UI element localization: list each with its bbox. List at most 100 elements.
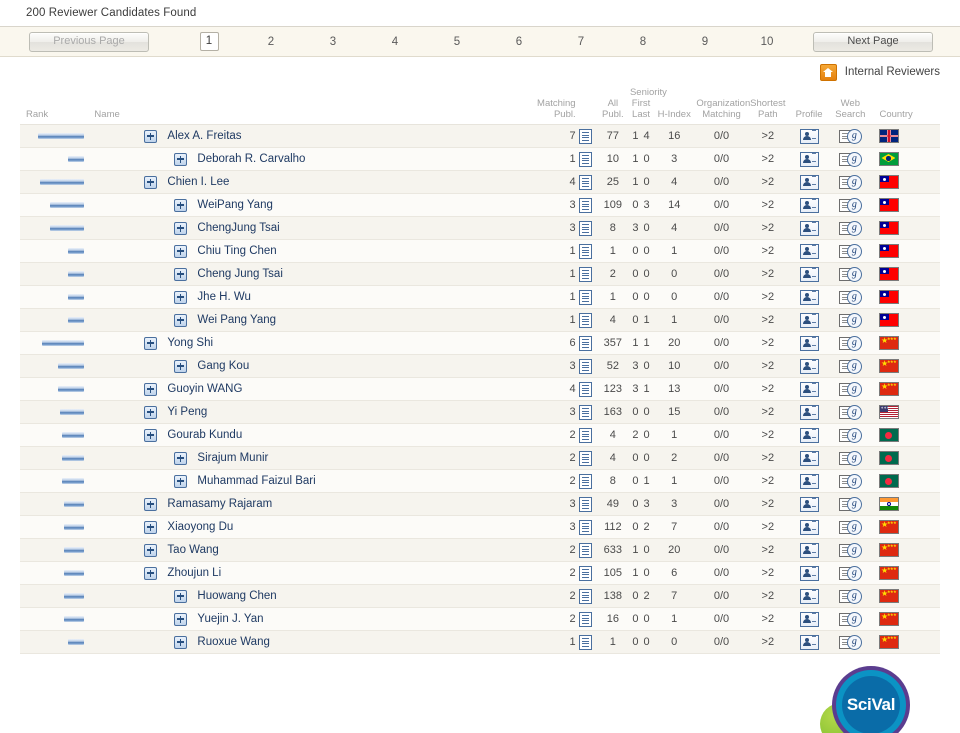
web-search-google-icon[interactable]: g — [838, 336, 862, 351]
expand-plus-icon[interactable] — [174, 313, 188, 327]
profile-card-icon[interactable] — [799, 634, 819, 650]
table-row[interactable]: WeiPang Yang 3 109 0 3 14 0/0 >2 g — [20, 193, 940, 217]
table-row[interactable]: Wei Pang Yang 1 4 0 1 1 0/0 >2 g — [20, 308, 940, 332]
reviewer-name-link[interactable]: Zhoujun Li — [167, 567, 221, 579]
profile-card-icon[interactable] — [799, 588, 819, 604]
web-search-google-icon[interactable]: g — [838, 175, 862, 190]
document-icon[interactable] — [579, 174, 593, 190]
document-icon[interactable] — [579, 519, 593, 535]
profile-card-icon[interactable] — [799, 266, 819, 282]
web-search-google-icon[interactable]: g — [838, 221, 862, 236]
reviewer-name-link[interactable]: Huowang Chen — [197, 590, 276, 602]
profile-card-icon[interactable] — [799, 427, 819, 443]
profile-card-icon[interactable] — [799, 197, 819, 213]
reviewer-name-link[interactable]: Tao Wang — [167, 544, 218, 556]
expand-plus-icon[interactable] — [144, 129, 158, 143]
table-row[interactable]: Jhe H. Wu 1 1 0 0 0 0/0 >2 g — [20, 285, 940, 309]
web-search-google-icon[interactable]: g — [838, 129, 862, 144]
table-row[interactable]: Muhammad Faizul Bari 2 8 0 1 1 0/0 >2 g — [20, 469, 940, 493]
expand-plus-icon[interactable] — [174, 612, 188, 626]
expand-plus-icon[interactable] — [144, 336, 158, 350]
web-search-google-icon[interactable]: g — [838, 382, 862, 397]
profile-card-icon[interactable] — [799, 243, 819, 259]
reviewer-name-link[interactable]: Ramasamy Rajaram — [167, 498, 272, 510]
document-icon[interactable] — [579, 197, 593, 213]
page-number-5[interactable]: 5 — [426, 36, 488, 48]
reviewer-name-link[interactable]: Xiaoyong Du — [167, 521, 233, 533]
page-number-2[interactable]: 2 — [240, 36, 302, 48]
reviewer-name-link[interactable]: Yong Shi — [167, 337, 213, 349]
page-number-9[interactable]: 9 — [674, 36, 736, 48]
document-icon[interactable] — [579, 381, 593, 397]
table-row[interactable]: Gourab Kundu 2 4 2 0 1 0/0 >2 g — [20, 423, 940, 447]
web-search-google-icon[interactable]: g — [838, 497, 862, 512]
profile-card-icon[interactable] — [799, 151, 819, 167]
document-icon[interactable] — [579, 151, 593, 167]
expand-plus-icon[interactable] — [174, 451, 188, 465]
table-row[interactable]: Guoyin WANG 4 123 3 1 13 0/0 >2 g — [20, 377, 940, 401]
table-row[interactable]: Huowang Chen 2 138 0 2 7 0/0 >2 g — [20, 584, 940, 608]
profile-card-icon[interactable] — [799, 611, 819, 627]
profile-card-icon[interactable] — [799, 381, 819, 397]
table-row[interactable]: Yuejin J. Yan 2 16 0 0 1 0/0 >2 g — [20, 607, 940, 631]
web-search-google-icon[interactable]: g — [838, 566, 862, 581]
previous-page-button[interactable]: Previous Page — [29, 31, 149, 52]
web-search-google-icon[interactable]: g — [838, 405, 862, 420]
page-number-1[interactable]: 1 — [178, 32, 240, 51]
document-icon[interactable] — [579, 427, 593, 443]
expand-plus-icon[interactable] — [174, 290, 188, 304]
profile-card-icon[interactable] — [799, 358, 819, 374]
web-search-google-icon[interactable]: g — [838, 313, 862, 328]
table-row[interactable]: Tao Wang 2 633 1 0 20 0/0 >2 g — [20, 538, 940, 562]
reviewer-name-link[interactable]: Chien I. Lee — [167, 176, 229, 188]
reviewer-name-link[interactable]: Muhammad Faizul Bari — [197, 475, 315, 487]
table-row[interactable]: Ramasamy Rajaram 3 49 0 3 3 0/0 >2 g — [20, 492, 940, 516]
reviewer-name-link[interactable]: Sirajum Munir — [197, 452, 268, 464]
reviewer-name-link[interactable]: Gang Kou — [197, 360, 249, 372]
table-row[interactable]: Zhoujun Li 2 105 1 0 6 0/0 >2 g — [20, 561, 940, 585]
reviewer-name-link[interactable]: WeiPang Yang — [197, 199, 272, 211]
web-search-google-icon[interactable]: g — [838, 451, 862, 466]
document-icon[interactable] — [579, 128, 593, 144]
document-icon[interactable] — [579, 220, 593, 236]
page-number-10[interactable]: 10 — [736, 36, 798, 48]
expand-plus-icon[interactable] — [174, 152, 188, 166]
document-icon[interactable] — [579, 289, 593, 305]
profile-card-icon[interactable] — [799, 542, 819, 558]
web-search-google-icon[interactable]: g — [838, 267, 862, 282]
expand-plus-icon[interactable] — [174, 267, 188, 281]
expand-plus-icon[interactable] — [144, 566, 158, 580]
reviewer-name-link[interactable]: Wei Pang Yang — [197, 314, 276, 326]
table-row[interactable]: Alex A. Freitas 7 77 1 4 16 0/0 >2 g — [20, 124, 940, 148]
table-row[interactable]: ChengJung Tsai 3 8 3 0 4 0/0 >2 g — [20, 216, 940, 240]
reviewer-name-link[interactable]: Guoyin WANG — [167, 383, 242, 395]
document-icon[interactable] — [579, 473, 593, 489]
document-icon[interactable] — [579, 496, 593, 512]
page-number-8[interactable]: 8 — [612, 36, 674, 48]
web-search-google-icon[interactable]: g — [838, 359, 862, 374]
document-icon[interactable] — [579, 634, 593, 650]
expand-plus-icon[interactable] — [174, 221, 188, 235]
table-row[interactable]: Gang Kou 3 52 3 0 10 0/0 >2 g — [20, 354, 940, 378]
document-icon[interactable] — [579, 312, 593, 328]
profile-card-icon[interactable] — [799, 404, 819, 420]
expand-plus-icon[interactable] — [174, 198, 188, 212]
profile-card-icon[interactable] — [799, 289, 819, 305]
expand-plus-icon[interactable] — [174, 635, 188, 649]
web-search-google-icon[interactable]: g — [838, 520, 862, 535]
profile-card-icon[interactable] — [799, 128, 819, 144]
table-row[interactable]: Cheng Jung Tsai 1 2 0 0 0 0/0 >2 g — [20, 262, 940, 286]
reviewer-name-link[interactable]: Ruoxue Wang — [197, 636, 269, 648]
document-icon[interactable] — [579, 243, 593, 259]
profile-card-icon[interactable] — [799, 220, 819, 236]
document-icon[interactable] — [579, 565, 593, 581]
profile-card-icon[interactable] — [799, 496, 819, 512]
web-search-google-icon[interactable]: g — [838, 635, 862, 650]
web-search-google-icon[interactable]: g — [838, 290, 862, 305]
document-icon[interactable] — [579, 335, 593, 351]
profile-card-icon[interactable] — [799, 565, 819, 581]
profile-card-icon[interactable] — [799, 335, 819, 351]
web-search-google-icon[interactable]: g — [838, 428, 862, 443]
web-search-google-icon[interactable]: g — [838, 543, 862, 558]
web-search-google-icon[interactable]: g — [838, 244, 862, 259]
